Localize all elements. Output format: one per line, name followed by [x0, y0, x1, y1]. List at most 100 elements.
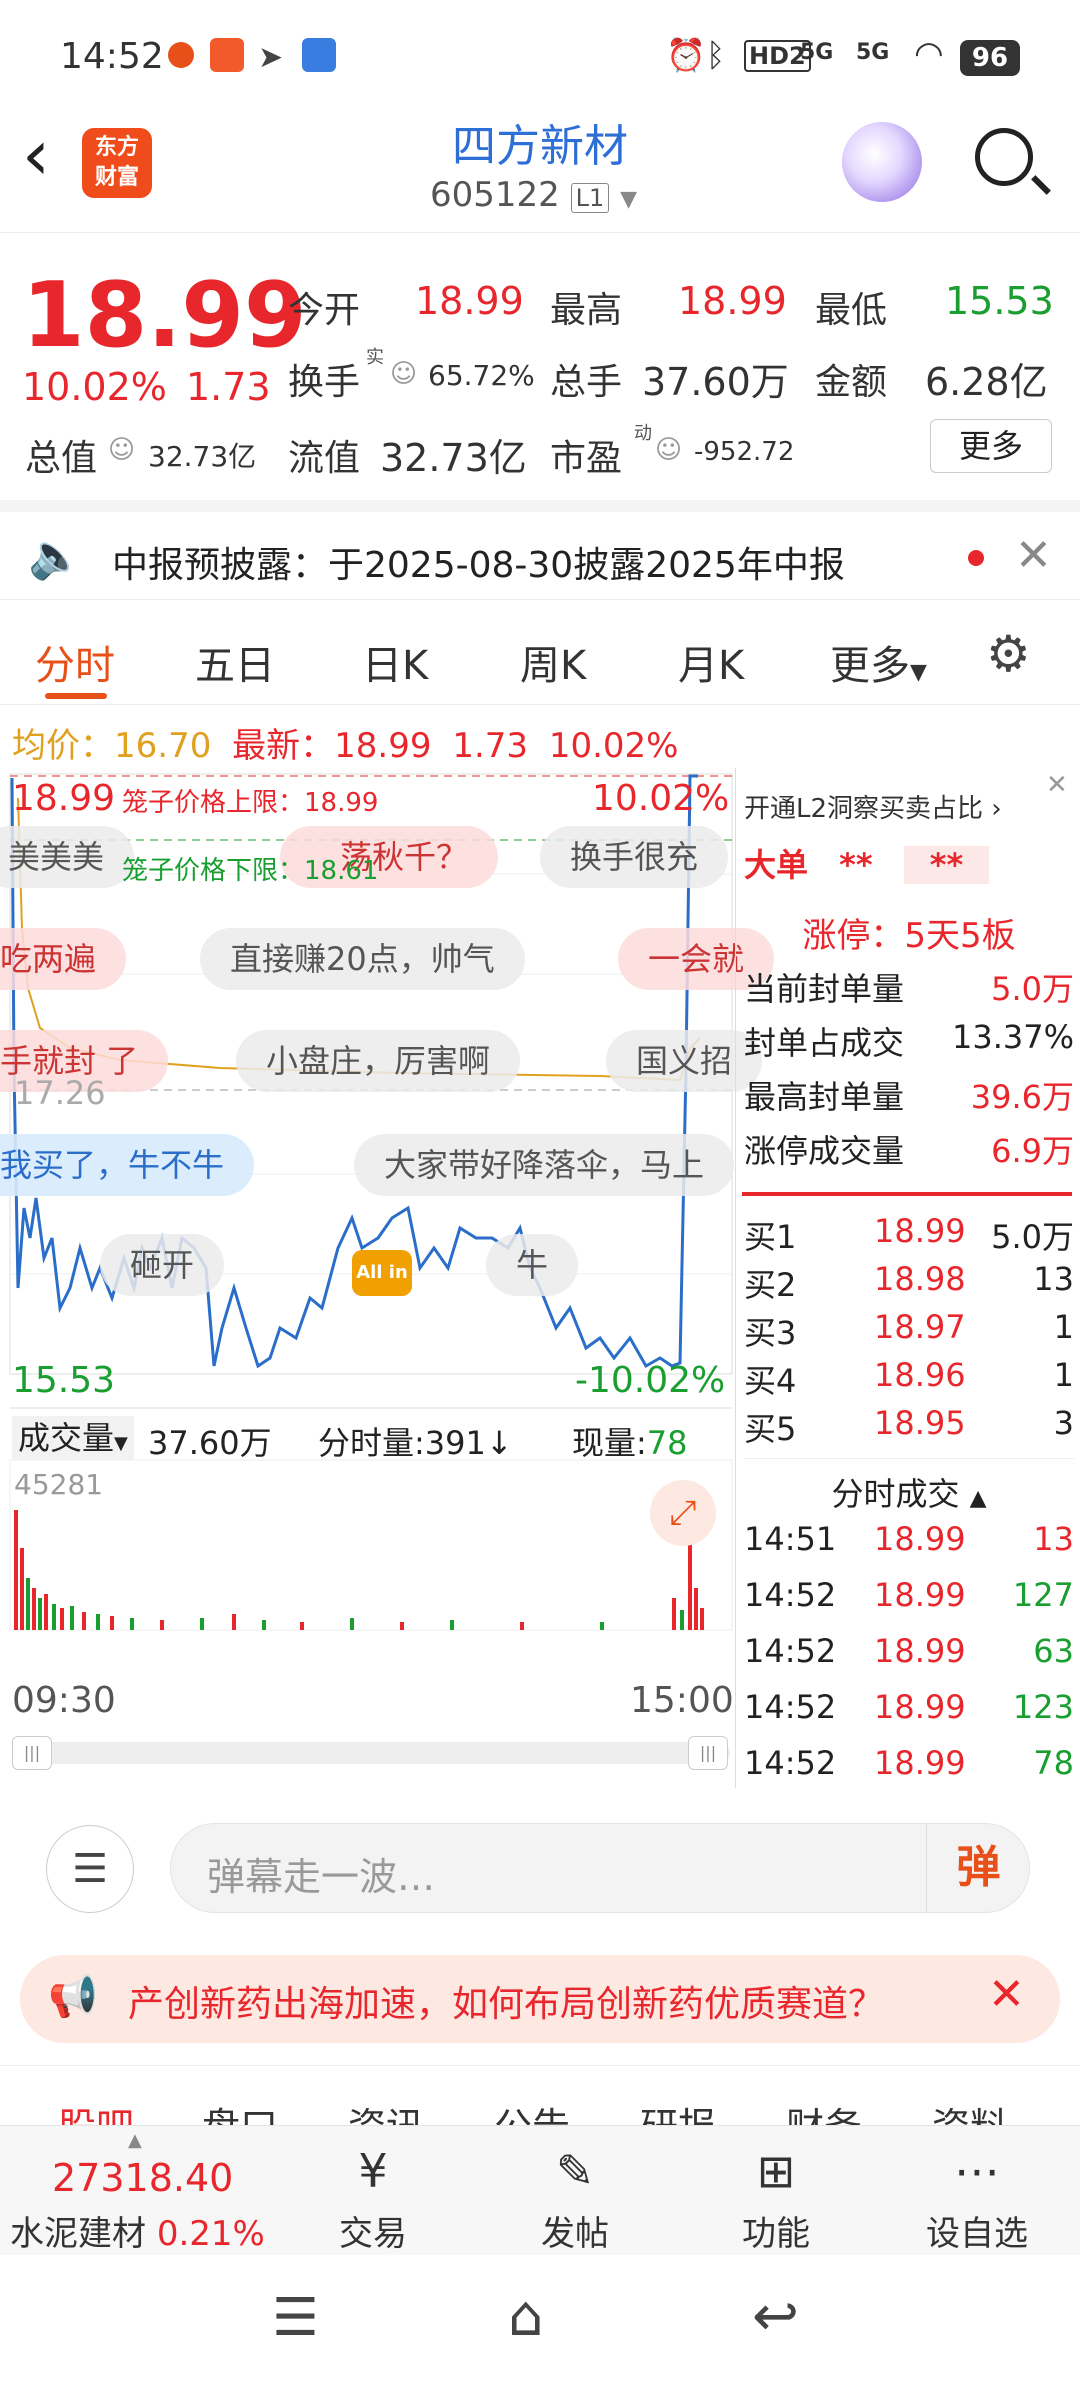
trade-qty: 123 — [1012, 1688, 1074, 1726]
bid-row[interactable]: 买1 18.99 5.0万 — [744, 1212, 1074, 1258]
seal-ratio-value: 13.37% — [951, 1018, 1074, 1056]
robot-assistant-icon[interactable] — [842, 122, 922, 202]
ad-text: 产创新药出海加速，如何布局创新药优质赛道？ — [128, 1984, 885, 2025]
bid-row[interactable]: 买4 18.96 1 — [744, 1356, 1074, 1402]
barrage-bubble[interactable]: 直接赚20点，帅气 — [200, 928, 525, 990]
tab-guba[interactable]: 股吧 — [58, 2096, 134, 2125]
trade-price: 18.99 — [874, 1744, 966, 1782]
volume-bar — [350, 1618, 354, 1630]
tab-weekly-k[interactable]: 周K — [520, 633, 586, 691]
expand-icon[interactable]: ⤢ — [650, 1480, 716, 1546]
danmu-input[interactable]: 弹幕走一波… 弹 — [170, 1823, 1030, 1913]
info-icon[interactable]: ☺ — [390, 359, 417, 389]
tab-finance[interactable]: 财务 — [786, 2096, 862, 2125]
bid-row[interactable]: 买5 18.95 3 — [744, 1404, 1074, 1450]
barrage-bubble[interactable]: 砸开 — [100, 1234, 225, 1296]
barrage-bubble[interactable]: 小盘庄，厉害啊 — [236, 1030, 521, 1092]
nav-functions[interactable]: ⊞ 功能 — [706, 2136, 846, 2255]
scroll-handle-left[interactable]: ||| — [12, 1736, 52, 1770]
volume-bar — [160, 1620, 164, 1630]
back-nav-icon[interactable]: ↩ — [752, 2284, 799, 2349]
bluetooth-icon: ᛒ — [706, 36, 726, 74]
barrage-bubble[interactable]: 我买了，牛不牛 — [0, 1134, 255, 1196]
volume-bar — [82, 1612, 86, 1630]
time-range-scrollbar[interactable] — [12, 1742, 730, 1764]
close-icon[interactable]: ✕ — [988, 1969, 1025, 2020]
close-icon[interactable]: ✕ — [1015, 530, 1052, 581]
back-icon[interactable]: ‹ — [22, 120, 50, 190]
bid-row[interactable]: 买2 18.98 13 — [744, 1260, 1074, 1306]
menu-icon[interactable]: ☰ — [272, 2288, 319, 2348]
home-icon[interactable]: ⌂ — [508, 2284, 544, 2349]
l2-upgrade-link[interactable]: 开通L2洞察买卖占比 › — [744, 788, 1074, 825]
tab-more-label: 更多 — [830, 643, 910, 689]
barrage-bubble[interactable]: 换手很充 — [540, 826, 729, 888]
danmu-send-button[interactable]: 弹 — [926, 1824, 1030, 1912]
trade-row: 14:51 18.99 13 — [744, 1520, 1074, 1558]
bid-label: 买2 — [744, 1266, 797, 1304]
latest-value: 18.99 — [334, 726, 432, 766]
nav-add-watchlist-label: 设自选 — [926, 2214, 1028, 2254]
bid-label: 买3 — [744, 1314, 797, 1352]
volume-plot-frame — [9, 1459, 733, 1631]
nav-add-watchlist[interactable]: ⋯ 设自选 — [907, 2136, 1047, 2255]
limit-vol-row: 涨停成交量 6.9万 — [744, 1126, 1074, 1172]
barrage-bubble[interactable]: 大家带好降落伞，马上 — [354, 1134, 735, 1196]
barrage-bubble[interactable]: 牛 — [486, 1234, 579, 1296]
tab-intraday[interactable]: 分时 — [35, 633, 115, 691]
stock-code[interactable]: 605122 L1 ▼ — [430, 175, 637, 215]
index-name-row: 水泥建材 0.21% — [10, 2206, 265, 2255]
tab-research[interactable]: 研报 — [640, 2096, 716, 2125]
level-badge: L1 — [570, 183, 610, 213]
scroll-handle-right[interactable]: ||| — [688, 1736, 728, 1770]
tab-daily-k[interactable]: 日K — [362, 633, 428, 691]
volume-bar — [232, 1614, 236, 1630]
nav-post[interactable]: ✎ 发帖 — [505, 2136, 645, 2255]
trades-header[interactable]: 分时成交 ▲ — [744, 1458, 1074, 1515]
latest-change: 1.73 — [452, 726, 529, 766]
tab-more[interactable]: 更多▼ — [830, 633, 927, 691]
more-button[interactable]: 更多 — [930, 419, 1052, 473]
open-label: 今开 — [288, 290, 361, 331]
trade-row: 14:52 18.99 127 — [744, 1576, 1074, 1614]
volume-bar — [520, 1622, 524, 1630]
tab-announcements[interactable]: 公告 — [494, 2096, 570, 2125]
nav-trade[interactable]: ¥ 交易 — [303, 2136, 443, 2255]
trade-time: 14:51 — [744, 1520, 837, 1558]
amount-label: 金额 — [815, 362, 888, 403]
tab-profile[interactable]: 资料 — [932, 2096, 1008, 2125]
mktcap-value: 32.73亿 — [148, 440, 257, 473]
ad-banner[interactable]: 📢 产创新药出海加速，如何布局创新药优质赛道？ ✕ — [20, 1955, 1060, 2043]
indicator-selector[interactable]: 成交量▼ — [12, 1416, 134, 1460]
index-pct: 0.21% — [156, 2214, 265, 2254]
volume-bar — [450, 1620, 454, 1630]
unread-dot — [968, 550, 984, 566]
allin-badge[interactable]: All in — [352, 1250, 412, 1296]
seal-ratio-label: 封单占成交 — [744, 1024, 905, 1062]
barrage-bubble[interactable]: 吃两遍 — [0, 928, 127, 990]
close-icon[interactable]: ✕ — [1046, 770, 1068, 800]
settings-icon[interactable]: ⚙ — [986, 625, 1031, 683]
volume-bar — [680, 1610, 684, 1630]
barrage-bubble[interactable]: 美美美 — [0, 826, 135, 888]
stock-name[interactable]: 四方新材 — [340, 110, 740, 174]
bid-row[interactable]: 买3 18.97 1 — [744, 1308, 1074, 1354]
notice-bar[interactable]: 🔈 中报预披露：于2025-08-30披露2025年中报 ✕ — [0, 500, 1080, 600]
intraday-chart[interactable]: 美美美 荡秋千？ 换手很充 吃两遍 直接赚20点，帅气 一会就 手就封 了 小盘… — [0, 768, 775, 1788]
danmu-placeholder: 弹幕走一波… — [207, 1855, 436, 1899]
eastmoney-logo[interactable]: 东方 财富 — [82, 128, 152, 198]
volume-bar — [52, 1604, 56, 1630]
change-percent: 10.02% — [22, 365, 167, 409]
tab-monthly-k[interactable]: 月K — [678, 633, 744, 691]
info-icon[interactable]: ☺ — [108, 435, 135, 465]
danmu-settings-icon[interactable]: ☰ — [46, 1825, 134, 1913]
tab-news[interactable]: 资讯 — [348, 2096, 424, 2125]
trade-price: 18.99 — [874, 1576, 966, 1614]
tab-pankou[interactable]: 盘口 — [202, 2096, 278, 2125]
search-icon[interactable] — [975, 128, 1033, 186]
volume-bars — [14, 1510, 704, 1630]
bid-price: 18.98 — [874, 1260, 966, 1298]
tab-five-day[interactable]: 五日 — [195, 633, 275, 691]
info-icon[interactable]: ☺ — [655, 435, 682, 465]
bottom-nav: ▲ 27318.40 水泥建材 0.21% ¥ 交易 ✎ 发帖 ⊞ 功能 ⋯ 设自选 — [0, 2125, 1080, 2255]
